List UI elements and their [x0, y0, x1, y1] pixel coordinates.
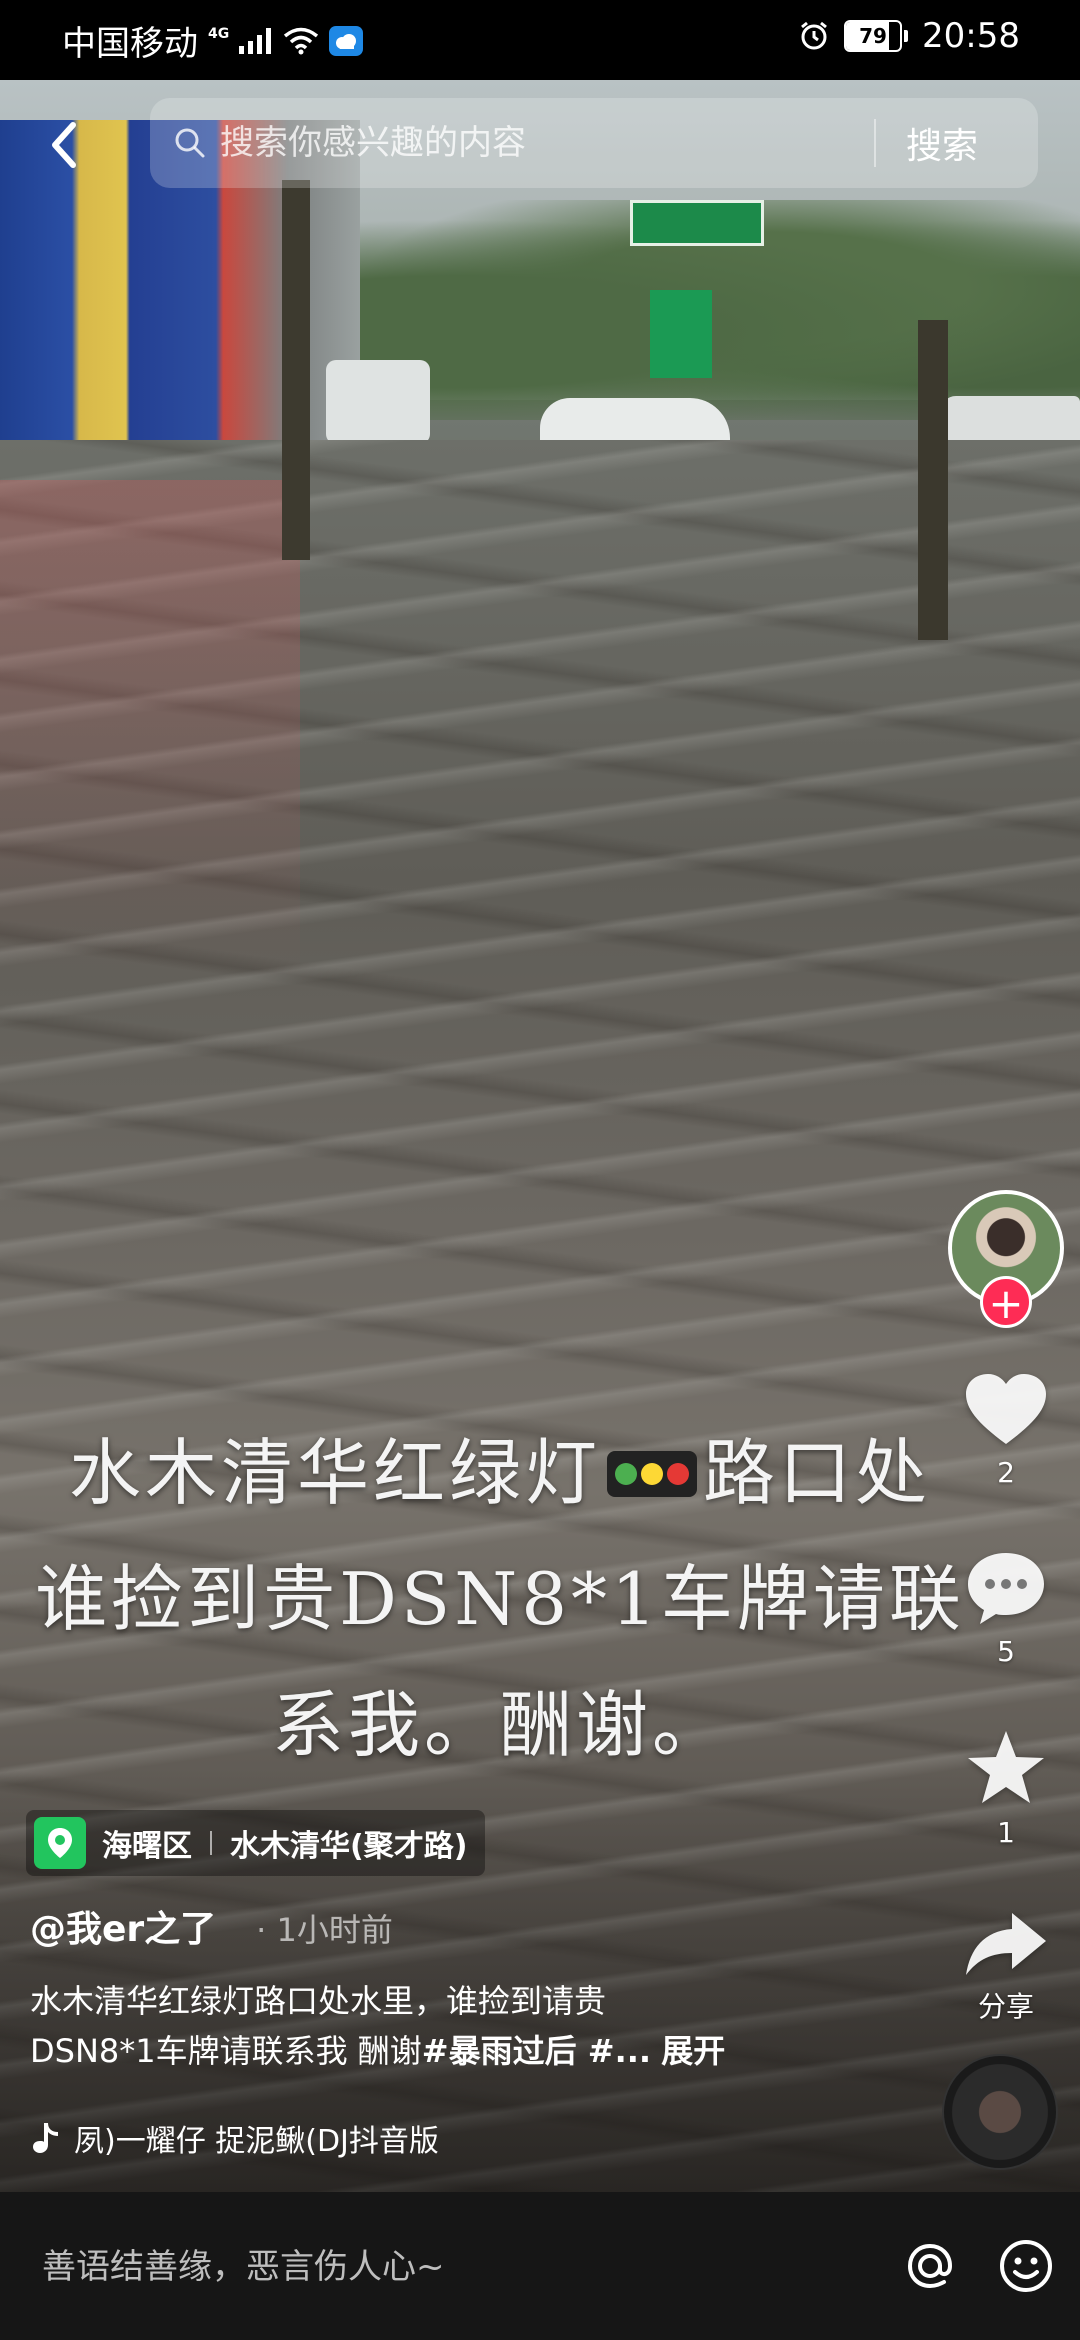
expand-button[interactable]: 展开: [661, 2032, 725, 2070]
alarm-icon: [801, 21, 827, 50]
author-line: @我er之了 · 1小时前: [30, 1900, 393, 1952]
search-button[interactable]: 搜索: [906, 117, 978, 169]
share-button[interactable]: 分享: [944, 1909, 1068, 2025]
network-type: 4G: [208, 25, 230, 42]
music-note-icon: [33, 2123, 58, 2153]
video-caption: 水木清华红绿灯 路口处 谁捡到贵DSN8*1车牌请联 系我。酬谢。: [30, 1410, 970, 1788]
comment-icon: [968, 1553, 1044, 1624]
location-separator: [210, 1831, 212, 1855]
search-divider: [874, 119, 876, 167]
hashtags[interactable]: #暴雨过后 #...: [422, 2032, 651, 2070]
like-count: 2: [997, 1456, 1015, 1489]
location-pin-icon: [34, 1817, 86, 1869]
traffic-light-icon: [607, 1451, 697, 1497]
music-title: 夙)一耀仔 捉泥鳅(DJ抖音版: [74, 2124, 439, 2159]
clock: 20:58: [922, 16, 1020, 56]
heart-icon: [966, 1374, 1046, 1444]
location-district: 海曙区: [102, 1829, 192, 1864]
mention-at-icon[interactable]: [900, 2236, 960, 2296]
status-bar: 中国移动 4G 79 20:58: [0, 0, 1080, 80]
desc-line-2: DSN8*1车牌请联系我 酬谢#暴雨过后 #... 展开: [30, 2032, 726, 2070]
location-tag[interactable]: 海曙区 水木清华(聚才路): [26, 1810, 486, 1876]
follow-plus-button[interactable]: +: [980, 1276, 1032, 1328]
back-button[interactable]: [34, 110, 94, 180]
comment-bar: [0, 2192, 1080, 2340]
caption-line-1: 水木清华红绿灯 路口处: [68, 1431, 932, 1515]
status-left: 中国移动 4G: [62, 16, 364, 65]
author-avatar[interactable]: +: [948, 1190, 1064, 1328]
chevron-left-icon: [52, 122, 76, 168]
carrier-name: 中国移动: [62, 24, 198, 64]
comment-count: 5: [997, 1635, 1015, 1668]
star-icon: [968, 1731, 1044, 1803]
battery-icon: 79: [844, 20, 903, 52]
battery-level: 79: [859, 24, 887, 48]
comment-button[interactable]: 5: [944, 1549, 1068, 1668]
post-description: 水木清华红绿灯路口处水里，谁捡到请贵 DSN8*1车牌请联系我 酬谢#暴雨过后 …: [30, 1976, 830, 2076]
caption-line-2: 谁捡到贵DSN8*1车牌请联: [35, 1557, 965, 1641]
favorite-count: 1: [997, 1816, 1015, 1849]
like-button[interactable]: 2: [944, 1372, 1068, 1489]
weather-icon: [329, 25, 364, 56]
share-arrow-icon: [966, 1913, 1046, 1975]
status-right: 79 20:58: [798, 16, 1020, 56]
signal-icon: [239, 27, 272, 54]
search-input[interactable]: [218, 122, 862, 164]
action-rail: + 2 5 1 分享: [944, 1190, 1068, 2025]
comment-input[interactable]: [40, 2236, 864, 2298]
caption-line-3: 系我。酬谢。: [271, 1683, 728, 1767]
wifi-icon: [284, 27, 319, 54]
post-time: · 1小时前: [256, 1911, 393, 1949]
music-line[interactable]: 夙)一耀仔 捉泥鳅(DJ抖音版: [30, 2116, 524, 2160]
search-icon: [172, 125, 208, 161]
author-name[interactable]: @我er之了: [30, 1900, 216, 1952]
location-place: 水木清华(聚才路): [230, 1829, 468, 1864]
desc-line-1: 水木清华红绿灯路口处水里，谁捡到请贵: [30, 1982, 607, 2020]
emoji-icon[interactable]: [996, 2236, 1056, 2296]
search-bar[interactable]: 搜索: [150, 98, 1038, 188]
share-label: 分享: [977, 1990, 1034, 2023]
favorite-button[interactable]: 1: [944, 1728, 1068, 1849]
music-disc[interactable]: [942, 2054, 1058, 2170]
